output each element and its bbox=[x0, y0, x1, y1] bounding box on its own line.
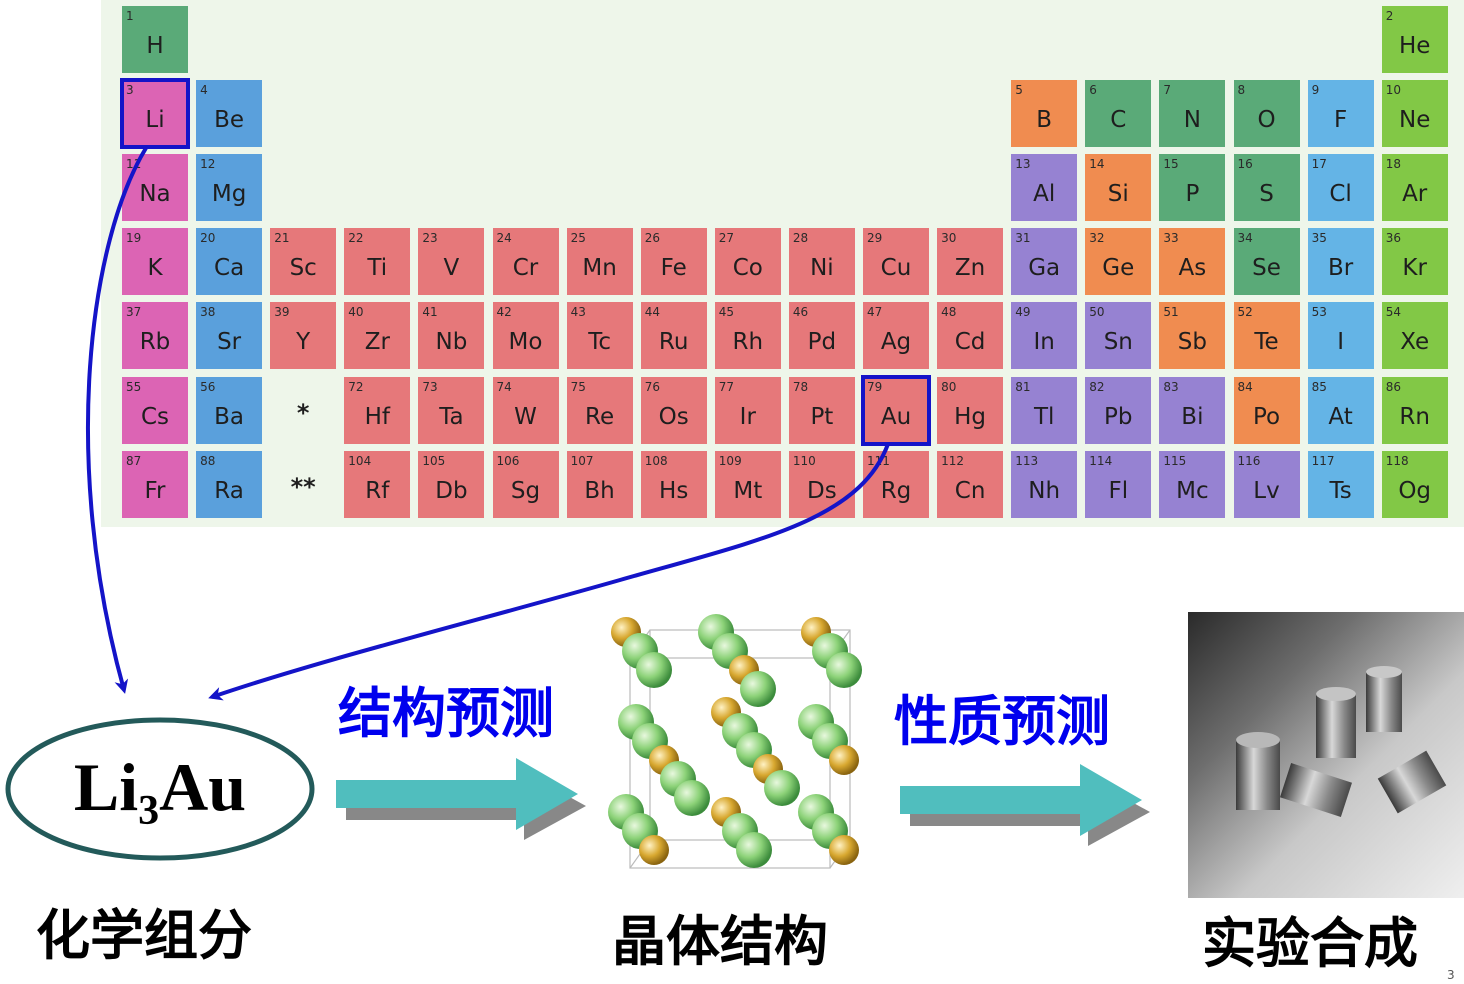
li-atom bbox=[674, 780, 710, 816]
caption-synthesis: 实验合成 bbox=[1202, 912, 1418, 975]
property-prediction-label: 性质预测 bbox=[894, 690, 1110, 753]
chemical-formula: Li3Au bbox=[73, 749, 247, 834]
caption-crystal: 晶体结构 bbox=[612, 910, 828, 973]
property-flow-arrow bbox=[900, 764, 1150, 846]
au-atom bbox=[639, 835, 669, 865]
au-atom bbox=[829, 835, 859, 865]
li-to-formula-arrow bbox=[86, 146, 148, 694]
cylinder-samples bbox=[1236, 666, 1447, 818]
li-atom bbox=[826, 652, 862, 688]
page-number: 3 bbox=[1447, 968, 1455, 982]
synthesized-samples-photo bbox=[1188, 612, 1464, 898]
caption-composition: 化学组分 bbox=[36, 904, 252, 967]
li-atom bbox=[764, 770, 800, 806]
structure-prediction-label: 结构预测 bbox=[338, 682, 554, 745]
li-atom bbox=[740, 671, 776, 707]
structure-flow-arrow bbox=[336, 758, 586, 840]
crystal-structure-image bbox=[608, 614, 862, 869]
li-atom bbox=[736, 832, 772, 868]
au-atom bbox=[829, 745, 859, 775]
li-atom bbox=[636, 652, 672, 688]
